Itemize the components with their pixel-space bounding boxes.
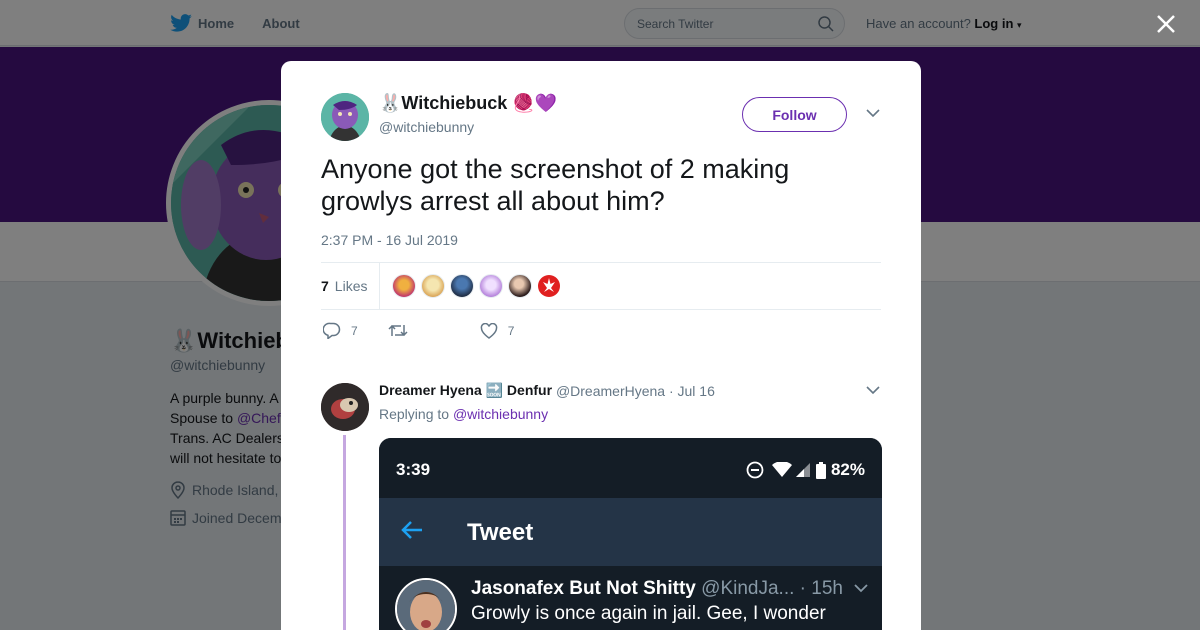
retweet-icon: [388, 324, 408, 337]
reply-author-name[interactable]: Dreamer Hyena 🔜 Denfur: [379, 382, 552, 399]
phone-title-bar: Tweet: [379, 498, 882, 566]
battery-icon: [815, 461, 826, 479]
liker-avatar[interactable]: [537, 274, 562, 298]
reply-count: 7: [351, 323, 358, 338]
replying-to-link[interactable]: @witchiebunny: [453, 406, 548, 422]
phone-time: 3:39: [396, 460, 431, 479]
liker-avatar[interactable]: [450, 274, 475, 298]
chevron-down-icon[interactable]: [866, 109, 880, 118]
author-handle[interactable]: @witchiebunny: [379, 119, 474, 135]
phone-tweet-age: · 15h: [799, 578, 843, 599]
follow-button[interactable]: Follow: [742, 97, 847, 132]
reply-avatar-image: [321, 383, 369, 431]
thread-line: [343, 435, 346, 630]
heart-icon: [480, 322, 497, 339]
wifi-icon: [771, 462, 792, 477]
do-not-disturb-icon: [746, 461, 764, 479]
phone-tweet-name: Jasonafex But Not Shitty: [471, 578, 696, 599]
chevron-down-icon: [854, 584, 868, 593]
rebel-alliance-icon: [538, 275, 561, 297]
phone-tweet: Jasonafex But Not Shitty @KindJa... · 15…: [379, 566, 882, 630]
likes-count: 7: [321, 278, 329, 294]
phone-tweet-text: Growly is once again in jail. Gee, I won…: [471, 603, 826, 624]
battery-percent: 82%: [830, 460, 865, 479]
author-name[interactable]: 🐰Witchiebuck 🧶💜: [379, 93, 557, 114]
retweet-action[interactable]: [388, 323, 418, 338]
author-avatar[interactable]: [321, 93, 369, 141]
like-count: 7: [507, 323, 515, 338]
likes-label: Likes: [334, 278, 368, 294]
liker-avatar[interactable]: [479, 274, 504, 298]
phone-title: Tweet: [467, 519, 534, 546]
phone-tweet-handle: @KindJa...: [701, 578, 795, 599]
tweet-text: Anyone got the screenshot of 2 making gr…: [321, 154, 790, 216]
phone-tweet-header: Jasonafex But Not Shitty @KindJa... · 15…: [471, 578, 843, 600]
reply-icon: [323, 322, 341, 339]
author-avatar-image: [321, 93, 369, 141]
phone-tweet-avatar: [395, 578, 457, 630]
back-arrow-icon: [401, 521, 422, 539]
reply-action[interactable]: 7: [323, 322, 358, 339]
tweet-actions: 7 7: [323, 322, 544, 339]
reply-author-avatar[interactable]: [321, 383, 369, 431]
replying-prefix: Replying to: [379, 406, 453, 422]
liker-avatar[interactable]: [508, 274, 533, 298]
reply-date[interactable]: · Jul 16: [669, 383, 715, 399]
signal-icon: [795, 463, 810, 477]
like-action[interactable]: 7: [480, 322, 515, 339]
tweet-stats: 7 Likes: [321, 262, 881, 310]
reply-header: Dreamer Hyena 🔜 Denfur @DreamerHyena · J…: [379, 382, 715, 399]
replying-to: Replying to @witchiebunny: [379, 406, 548, 422]
embedded-screenshot[interactable]: 3:39 82% Tweet Jasonafex But Not Shitty …: [379, 438, 882, 630]
liker-avatar[interactable]: [392, 274, 417, 298]
tweet-timestamp[interactable]: 2:37 PM - 16 Jul 2019: [321, 232, 458, 248]
close-icon[interactable]: [1156, 14, 1176, 34]
liker-avatar[interactable]: [421, 274, 446, 298]
reply-author-handle[interactable]: @DreamerHyena: [556, 383, 665, 399]
phone-avatar-image: [397, 580, 455, 630]
likes-stat[interactable]: 7 Likes: [321, 263, 381, 309]
phone-status-bar: 3:39 82%: [379, 438, 882, 498]
likers-list: [392, 274, 566, 298]
tweet-modal: 🐰Witchiebuck 🧶💜 @witchiebunny Follow Any…: [281, 61, 921, 630]
phone-status-icons: 82%: [746, 460, 865, 480]
chevron-down-icon[interactable]: [866, 386, 880, 395]
